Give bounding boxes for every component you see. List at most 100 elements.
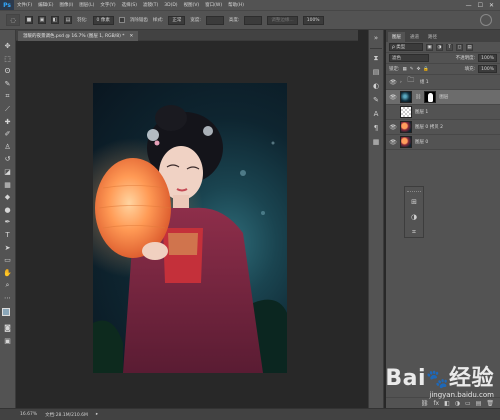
style-select[interactable]: 正常: [168, 15, 186, 25]
layer-row-group-1[interactable]: 👁 › 🗀 组 1: [386, 75, 500, 90]
opacity-input[interactable]: 100%: [478, 54, 497, 62]
filter-shape-icon[interactable]: ◻: [456, 43, 463, 51]
visibility-eye-icon[interactable]: 👁: [389, 139, 397, 146]
screen-mode-icon[interactable]: ▣: [3, 337, 13, 346]
feather-input[interactable]: 0 像素: [92, 15, 114, 25]
layer-row-masked[interactable]: 👁 ⛓ 图层: [386, 90, 500, 105]
antialias-checkbox[interactable]: [118, 17, 125, 23]
marquee-tool-icon[interactable]: ⬚: [3, 55, 13, 64]
filter-adjustment-icon[interactable]: ◑: [436, 43, 443, 51]
new-adjustment-icon[interactable]: ◑: [455, 400, 460, 407]
lock-all-icon[interactable]: 🔒: [423, 67, 429, 72]
photoshop-logo-icon[interactable]: Ps: [0, 0, 14, 10]
pen-tool-icon[interactable]: ✒: [3, 218, 13, 227]
document-image[interactable]: [93, 83, 287, 373]
history-panel-icon[interactable]: ⧗: [371, 54, 381, 63]
add-selection-icon[interactable]: ▣: [38, 16, 46, 24]
shape-tool-icon[interactable]: ▭: [3, 256, 13, 265]
mask-link-icon[interactable]: ⛓: [415, 94, 421, 100]
type-tool-icon[interactable]: T: [3, 231, 13, 240]
visibility-eye-icon[interactable]: 👁: [389, 124, 397, 131]
intersect-selection-icon[interactable]: ▤: [64, 16, 72, 24]
menu-layer[interactable]: 图层(L): [76, 2, 97, 8]
properties-panel-icon[interactable]: ▤: [371, 68, 381, 77]
tool-preset-picker[interactable]: ◌: [6, 14, 20, 26]
close-icon[interactable]: ✕: [489, 2, 494, 9]
brush-panel-icon[interactable]: ✎: [371, 96, 381, 105]
menu-image[interactable]: 图像(I): [56, 2, 76, 8]
refine-edge-button[interactable]: 调整边缘...: [267, 15, 298, 25]
menu-file[interactable]: 文件(F): [14, 2, 35, 8]
foreground-color-swatch[interactable]: [1, 308, 10, 317]
collapse-dock-icon[interactable]: »: [371, 34, 381, 43]
quick-mask-icon[interactable]: ◙: [3, 324, 13, 333]
width-input[interactable]: [205, 15, 224, 25]
lock-transparent-icon[interactable]: ▦: [403, 67, 407, 72]
fill-input[interactable]: 100%: [478, 65, 497, 73]
history-brush-tool-icon[interactable]: ↺: [3, 155, 13, 164]
workspace-icon[interactable]: [480, 14, 492, 26]
layer-row-layer-1[interactable]: 图层 1: [386, 105, 500, 120]
minimize-icon[interactable]: —: [466, 2, 472, 9]
zoom-level[interactable]: 16.67%: [20, 412, 37, 417]
layer-name[interactable]: 图层 1: [415, 109, 428, 115]
new-group-icon[interactable]: ▭: [465, 400, 471, 407]
zoom-tool-icon[interactable]: ⌕: [3, 281, 13, 290]
filter-smart-icon[interactable]: ▤: [466, 43, 473, 51]
move-tool-icon[interactable]: ✥: [3, 42, 13, 51]
hand-tool-icon[interactable]: ✋: [3, 269, 13, 278]
zoom-field[interactable]: 100%: [302, 15, 324, 25]
info-icon[interactable]: ⌗: [409, 228, 419, 237]
link-layers-icon[interactable]: ⛓: [421, 400, 429, 407]
new-selection-icon[interactable]: ■: [25, 16, 33, 24]
crop-tool-icon[interactable]: ⌗: [3, 92, 13, 101]
height-input[interactable]: [244, 15, 263, 25]
lock-position-icon[interactable]: ✥: [417, 67, 421, 72]
filter-kind-select[interactable]: ρ 类型: [389, 43, 423, 51]
document-tab[interactable]: 温暖的夜景调色.psd @ 16.7% (图层 1, RGB/8) * ✕: [18, 31, 139, 41]
panel-drag-handle[interactable]: [407, 191, 421, 192]
visibility-eye-icon[interactable]: 👁: [389, 79, 397, 86]
document-tab-close-icon[interactable]: ✕: [130, 34, 134, 39]
brush-tool-icon[interactable]: ✐: [3, 130, 13, 139]
tab-paths[interactable]: 路径: [424, 32, 441, 42]
add-mask-icon[interactable]: ◧: [444, 400, 450, 407]
layer-row-layer-0-copy-2[interactable]: 👁 图层 0 拷贝 2: [386, 120, 500, 135]
layer-row-layer-0[interactable]: 👁 图层 0: [386, 135, 500, 150]
adjustments-panel-icon[interactable]: ◐: [371, 82, 381, 91]
dodge-tool-icon[interactable]: ●: [3, 206, 13, 215]
color-swatches[interactable]: [1, 308, 14, 321]
menu-view[interactable]: 视图(V): [181, 2, 203, 8]
subtract-selection-icon[interactable]: ◧: [51, 16, 59, 24]
adjustments-icon[interactable]: ◑: [409, 213, 419, 222]
paragraph-panel-icon[interactable]: ¶: [371, 124, 381, 133]
eyedropper-tool-icon[interactable]: ⟋: [3, 105, 13, 114]
menu-filter[interactable]: 滤镜(T): [140, 2, 161, 8]
menu-3d[interactable]: 3D(D): [161, 3, 180, 8]
menu-edit[interactable]: 编辑(E): [35, 2, 56, 8]
menu-help[interactable]: 帮助(H): [225, 2, 247, 8]
menu-window[interactable]: 窗口(W): [202, 2, 225, 8]
delete-layer-icon[interactable]: 🗑: [486, 400, 494, 407]
tab-layers[interactable]: 图层: [388, 32, 405, 42]
tab-channels[interactable]: 通道: [406, 32, 423, 42]
gradient-tool-icon[interactable]: ▦: [3, 181, 13, 190]
layer-name[interactable]: 图层: [439, 94, 448, 100]
layer-name[interactable]: 组 1: [420, 79, 429, 85]
quick-select-tool-icon[interactable]: ✎: [3, 80, 13, 89]
visibility-eye-icon[interactable]: 👁: [389, 94, 397, 101]
filter-type-icon[interactable]: T: [446, 43, 453, 51]
lock-pixels-icon[interactable]: ✎: [410, 67, 414, 72]
menu-select[interactable]: 选择(S): [119, 2, 140, 8]
new-layer-icon[interactable]: ▤: [476, 400, 482, 407]
clone-stamp-tool-icon[interactable]: ♙: [3, 143, 13, 152]
expand-chevron-icon[interactable]: ›: [400, 80, 402, 85]
menu-type[interactable]: 文字(Y): [97, 2, 118, 8]
healing-brush-tool-icon[interactable]: ✚: [3, 118, 13, 127]
lasso-tool-icon[interactable]: ʘ: [3, 67, 13, 76]
properties-icon[interactable]: ⊞: [409, 198, 419, 207]
path-select-tool-icon[interactable]: ➤: [3, 244, 13, 253]
filter-pixel-icon[interactable]: ▣: [426, 43, 433, 51]
layer-name[interactable]: 图层 0 拷贝 2: [415, 124, 443, 130]
layer-name[interactable]: 图层 0: [415, 139, 428, 145]
